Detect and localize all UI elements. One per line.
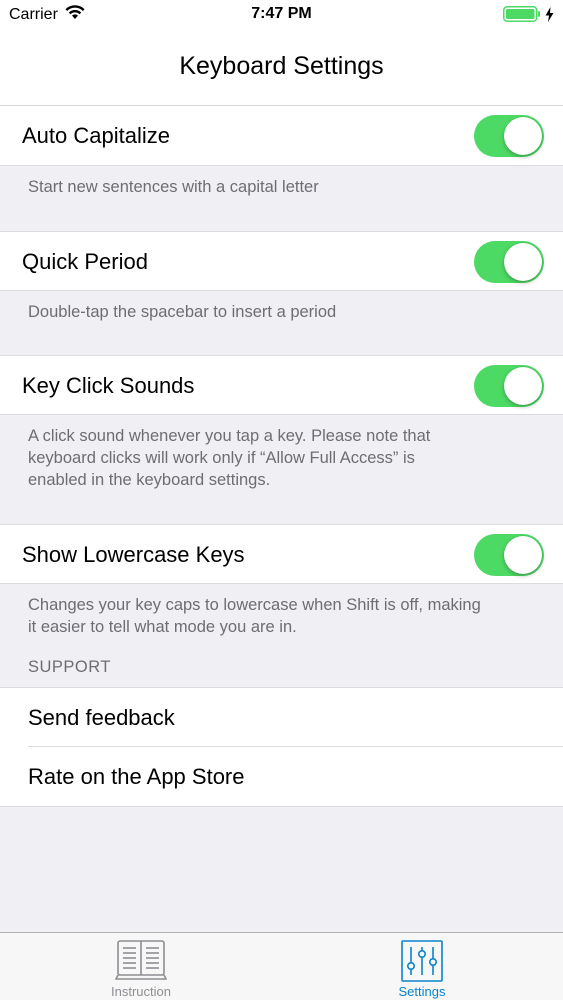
support-section-header: SUPPORT <box>28 658 111 676</box>
quick-period-toggle[interactable] <box>474 241 544 283</box>
description-line: Double-tap the spacebar to insert a peri… <box>28 303 337 321</box>
send-feedback-row[interactable]: Send feedback <box>0 687 563 747</box>
battery-icon <box>503 6 541 27</box>
setting-row-quick-period: Quick Period <box>0 231 563 291</box>
show-lowercase-keys-toggle[interactable] <box>474 534 544 576</box>
book-icon <box>114 939 168 986</box>
setting-row-show-lowercase-keys: Show Lowercase Keys <box>0 524 563 584</box>
description-line: it easier to tell what mode you are in. <box>28 618 297 636</box>
auto-capitalize-toggle[interactable] <box>474 115 544 157</box>
settings-list: Auto Capitalize Start new sentences with… <box>0 106 563 807</box>
setting-label: Auto Capitalize <box>22 123 170 148</box>
description-line: A click sound whenever you tap a key. Pl… <box>28 427 431 445</box>
setting-description: A click sound whenever you tap a key. Pl… <box>0 415 563 524</box>
description-line: Start new sentences with a capital lette… <box>28 178 319 196</box>
rate-app-store-row[interactable]: Rate on the App Store <box>0 747 563 807</box>
sliders-icon <box>400 939 444 988</box>
key-click-sounds-toggle[interactable] <box>474 365 544 407</box>
setting-label: Quick Period <box>22 249 148 274</box>
status-bar: Carrier 7:47 PM <box>0 0 563 30</box>
toggle-knob <box>504 117 542 155</box>
description-line: enabled in the keyboard settings. <box>28 471 271 489</box>
tab-settings-label: Settings <box>398 984 446 999</box>
description-line: keyboard clicks will work only if “Allow… <box>28 449 415 467</box>
screen: Carrier 7:47 PM Keyboard Settings Auto C… <box>0 0 563 1000</box>
toggle-knob <box>504 367 542 405</box>
setting-description: Changes your key caps to lowercase when … <box>0 584 563 645</box>
description-line: Changes your key caps to lowercase when … <box>28 596 481 614</box>
setting-label: Key Click Sounds <box>22 373 195 398</box>
setting-description: Double-tap the spacebar to insert a peri… <box>0 291 563 355</box>
setting-description: Start new sentences with a capital lette… <box>0 166 563 231</box>
send-feedback-label: Send feedback <box>28 705 175 730</box>
setting-label: Show Lowercase Keys <box>22 542 245 567</box>
toggle-knob <box>504 243 542 281</box>
navigation-bar: Keyboard Settings <box>0 30 563 106</box>
tab-bar: Instruction Settings <box>0 932 563 1000</box>
charging-bolt-icon <box>545 6 554 27</box>
status-right <box>503 6 554 27</box>
tab-settings[interactable]: Settings <box>281 933 563 1000</box>
setting-row-auto-capitalize: Auto Capitalize <box>0 106 563 166</box>
toggle-knob <box>504 536 542 574</box>
rate-app-store-label: Rate on the App Store <box>28 764 245 789</box>
status-time: 7:47 PM <box>251 5 312 22</box>
page-title: Keyboard Settings <box>179 52 384 80</box>
tab-instruction-label: Instruction <box>111 984 171 999</box>
tab-instruction[interactable]: Instruction <box>0 933 282 1000</box>
setting-row-key-click-sounds: Key Click Sounds <box>0 355 563 415</box>
